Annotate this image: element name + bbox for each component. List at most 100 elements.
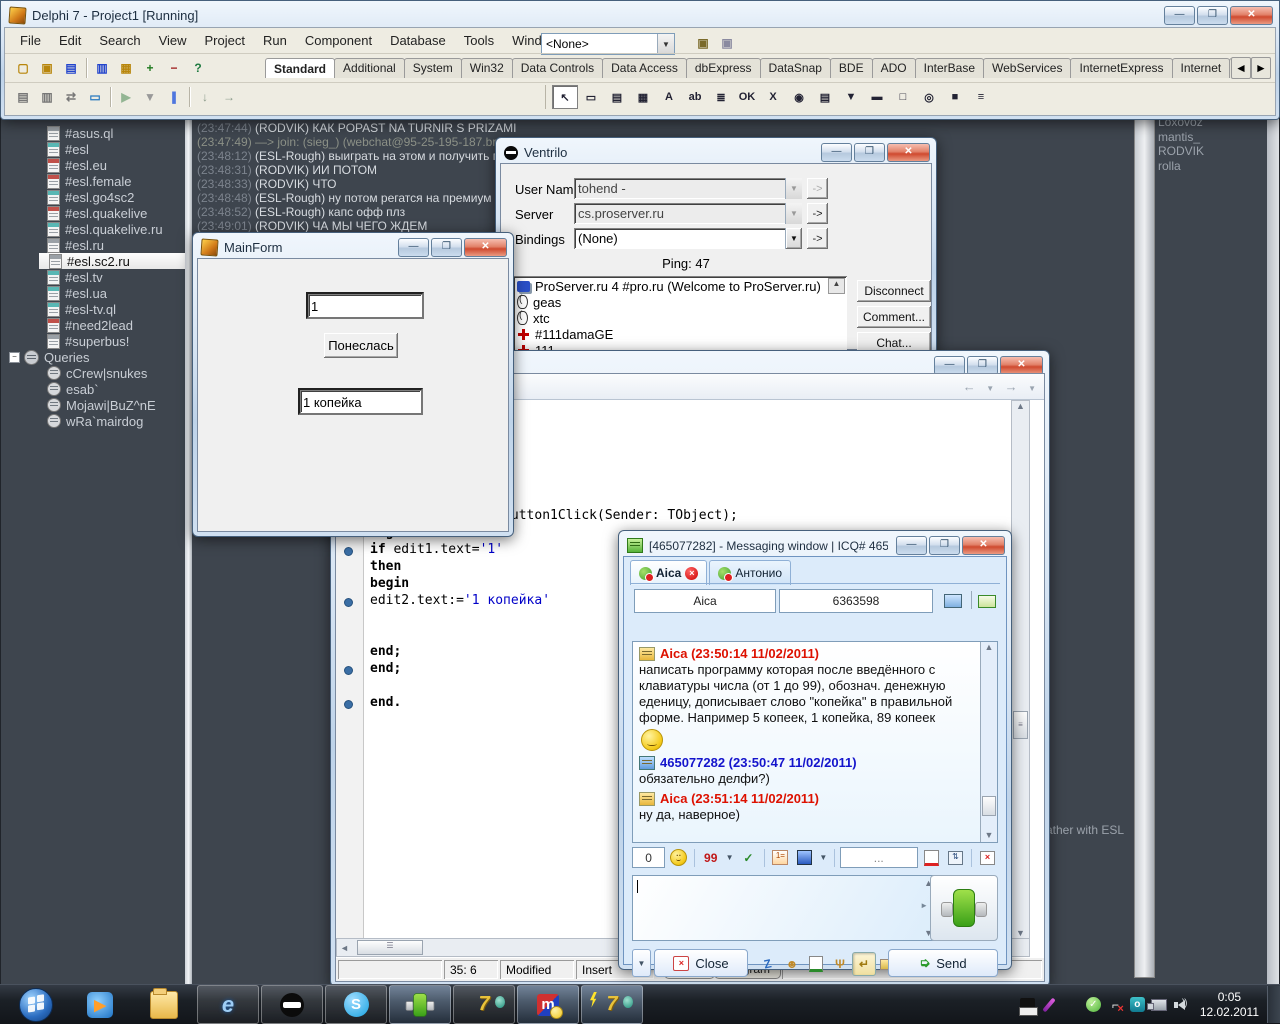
channel-item-#esl[interactable]: #esl [1, 141, 185, 157]
history-folder-icon[interactable] [974, 589, 1000, 613]
scroll-down-icon[interactable]: ▼ [1012, 928, 1029, 938]
panel-collapse-arrow-icon[interactable]: ► [920, 901, 928, 910]
palette-tab-standard[interactable]: Standard [265, 58, 335, 78]
menu-project[interactable]: Project [196, 29, 254, 52]
panel-component-icon[interactable]: ■ [942, 85, 968, 109]
tabs-scroll-left-icon[interactable]: ◄ [1231, 57, 1251, 79]
contact-uin-field[interactable]: 6363598 [779, 589, 933, 613]
palette-tab-internet[interactable]: Internet [1172, 58, 1231, 78]
query-item-wra-mairdog[interactable]: wRa`mairdog [1, 413, 185, 429]
qip-tray-icon[interactable] [1063, 996, 1080, 1013]
contact-card-icon[interactable] [940, 589, 966, 613]
scroll-left-icon[interactable]: ◄ [340, 943, 349, 953]
menu-edit[interactable]: Edit [50, 29, 90, 52]
save-desktop-icon[interactable]: ▣ [691, 32, 715, 54]
mirc-tree-splitter[interactable] [185, 113, 192, 986]
query-item-esab[interactable]: esab` [1, 381, 185, 397]
message-history[interactable]: Aica (23:50:14 11/02/2011)написать прогр… [632, 641, 998, 843]
channel-item-#need2lead[interactable]: #need2lead [1, 317, 185, 333]
channel-item-#esl-female[interactable]: #esl.female [1, 173, 185, 189]
desktop-speed-combo[interactable]: <None> ▼ [541, 33, 675, 55]
taskbar-clock[interactable]: 0:05 12.02.2011 [1200, 990, 1259, 1020]
actionlist-component-icon[interactable]: ≡ [968, 85, 994, 109]
message-notes-icon[interactable] [804, 952, 828, 976]
action-center-tray-icon[interactable]: ⌐ [1107, 996, 1124, 1013]
send-on-enter-icon[interactable]: ↵ [852, 952, 876, 976]
minimize-button[interactable]: — [1164, 6, 1195, 25]
editor-vscrollbar[interactable]: ▲ ≡ ▼ [1011, 400, 1030, 939]
save-dropdown-icon[interactable]: ▼ [818, 846, 829, 870]
palette-tab-data-access[interactable]: Data Access [602, 58, 687, 78]
show-desktop-button[interactable] [1267, 986, 1280, 1023]
save-message-icon[interactable] [794, 846, 815, 870]
edit1-input[interactable] [306, 292, 424, 319]
taskbar-ventrilo-button[interactable] [261, 985, 323, 1024]
taskbar-start-button[interactable] [5, 985, 67, 1024]
poneslas-button[interactable]: Понеслась [324, 333, 398, 358]
taskbar-skype-button[interactable]: S [325, 985, 387, 1024]
save-all-icon[interactable]: ▥ [90, 57, 114, 79]
quick-answer-box[interactable]: ... [840, 847, 918, 868]
vent-tree-item-geas[interactable]: geas [515, 294, 847, 310]
nick-rolla[interactable]: rolla [1158, 159, 1181, 173]
taskbar-ie-button[interactable]: e [197, 985, 259, 1024]
scroll-up-icon[interactable]: ▲ [828, 278, 845, 294]
spellcheck-icon[interactable]: ✓ [738, 846, 759, 870]
close-options-dropdown[interactable]: ▼ [632, 949, 651, 977]
vent-tree-item-xtc[interactable]: xtc [515, 310, 847, 326]
back-icon[interactable]: ← [963, 379, 976, 394]
back-dropdown-icon[interactable]: ▼ [986, 384, 994, 393]
pointer-component-icon[interactable]: ↖ [552, 85, 578, 109]
breakpoint-dot-icon[interactable] [344, 666, 353, 675]
taskbar-explorer-button[interactable] [133, 985, 195, 1024]
restore-button[interactable]: ❐ [854, 143, 885, 162]
channel-item-#esl-quakelive-ru[interactable]: #esl.quakelive.ru [1, 221, 185, 237]
menu-database[interactable]: Database [381, 29, 455, 52]
channel-item-#asus-ql[interactable]: #asus.ql [1, 125, 185, 141]
palette-tab-system[interactable]: System [404, 58, 462, 78]
minimize-button[interactable]: — [896, 536, 927, 555]
menu-component[interactable]: Component [296, 29, 381, 52]
nick-mantis[interactable]: mantis_ [1158, 130, 1200, 144]
close-button[interactable]: ✕ [962, 536, 1005, 555]
tabs-scroll-right-icon[interactable]: ► [1251, 57, 1271, 79]
palette-tab-ado[interactable]: ADO [872, 58, 916, 78]
scroll-thumb[interactable] [982, 796, 996, 816]
vent-tree-item-proserver-ru-4-#pro-ru-welcome-to-proserver-ru[interactable]: ProServer.ru 4 #pro.ru (Welcome to ProSe… [515, 278, 847, 294]
message-input[interactable]: ▲ ▼ [632, 875, 936, 941]
radiogroup-component-icon[interactable]: ◎ [916, 85, 942, 109]
channel-item-#esl-quakelive[interactable]: #esl.quakelive [1, 205, 185, 221]
listbox-component-icon[interactable]: ▤ [812, 85, 838, 109]
checkbox-component-icon[interactable]: X [760, 85, 786, 109]
taskbar-delphi-run-button[interactable]: 7 [581, 985, 643, 1024]
plugins-icon[interactable]: Ψ [828, 952, 852, 976]
open-project-icon[interactable]: ▦ [114, 57, 138, 79]
close-button[interactable]: ✕ [887, 143, 930, 162]
menu-tools[interactable]: Tools [455, 29, 503, 52]
groupbox-component-icon[interactable]: □ [890, 85, 916, 109]
add-user-icon[interactable]: ☻ [780, 952, 804, 976]
mirc-chat-scrollbar[interactable] [1134, 119, 1155, 978]
palette-tab-webservices[interactable]: WebServices [983, 58, 1071, 78]
menu-search[interactable]: Search [90, 29, 149, 52]
add-file-icon[interactable]: + [138, 57, 162, 79]
bindings-combo[interactable]: (None) ▼ [574, 228, 802, 249]
server-go-button[interactable]: -> [807, 203, 828, 224]
palette-tab-win32[interactable]: Win32 [461, 58, 513, 78]
palette-tab-additional[interactable]: Additional [334, 58, 405, 78]
close-chat-button[interactable]: × Close [654, 949, 748, 977]
view-unit-icon[interactable]: ▤ [11, 86, 35, 108]
erase-text-icon[interactable] [921, 846, 942, 870]
minimize-button[interactable]: — [821, 143, 852, 162]
mainmenu-component-icon[interactable]: ▤ [604, 85, 630, 109]
chevron-down-icon[interactable]: ▼ [657, 34, 674, 54]
button-component-icon[interactable]: OK [734, 85, 760, 109]
palette-tab-dbexpress[interactable]: dbExpress [686, 58, 761, 78]
thebat-tray-icon[interactable] [1019, 996, 1036, 1013]
frames-component-icon[interactable]: ▭ [578, 85, 604, 109]
palette-tab-data-controls[interactable]: Data Controls [512, 58, 603, 78]
taskbar-delphi-button[interactable]: 7 [453, 985, 515, 1024]
query-item-mojawi-buz-ne[interactable]: Mojawi|BuZ^nE [1, 397, 185, 413]
send-button[interactable]: ➭ Send [888, 949, 998, 977]
pen-tray-icon[interactable] [1041, 996, 1058, 1013]
